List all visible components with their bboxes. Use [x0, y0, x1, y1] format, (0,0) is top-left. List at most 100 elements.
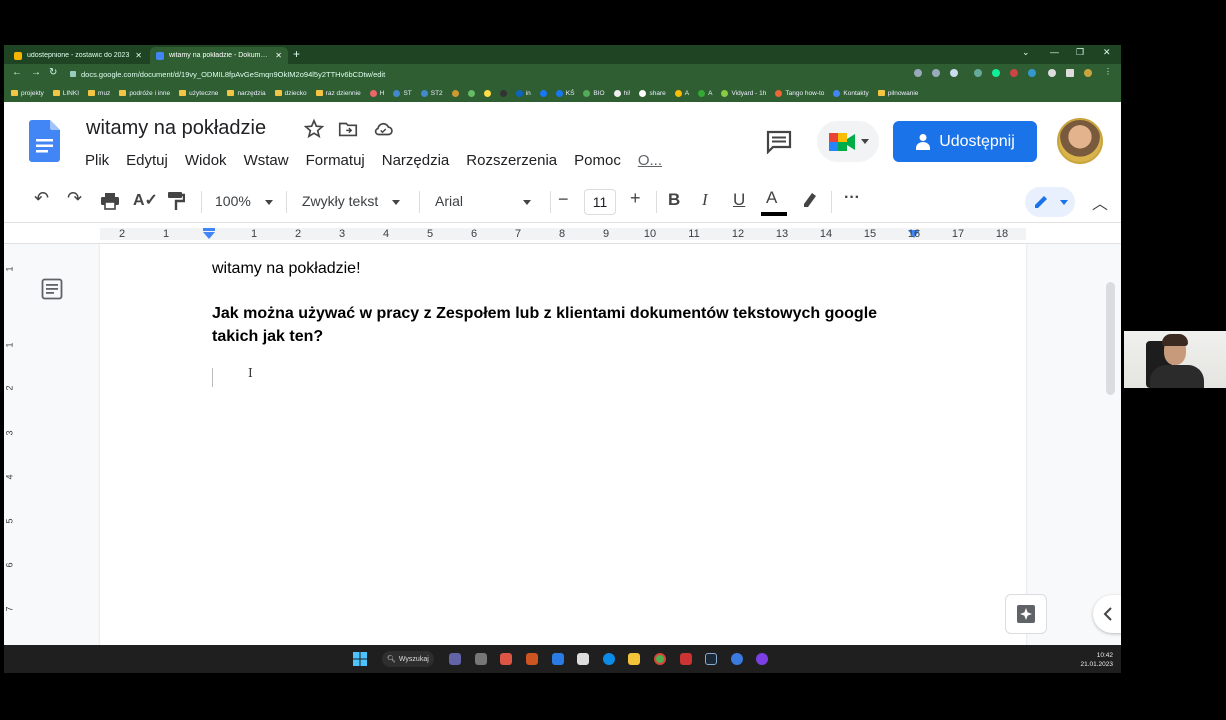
italic-button[interactable]: I — [702, 190, 708, 210]
system-clock[interactable]: 10:42 21.01.2023 — [1080, 651, 1113, 669]
document-outline-icon[interactable] — [41, 278, 63, 300]
taskbar-search[interactable]: 🔍︎ Wyszukaj — [382, 651, 434, 667]
puzzle-icon[interactable] — [1048, 69, 1056, 77]
menu-format[interactable]: Formatuj — [306, 152, 365, 169]
bookmark-folder[interactable]: podróże i inne — [119, 90, 170, 97]
hide-menus-chevron-up-icon[interactable]: ︿ — [1092, 190, 1108, 214]
zoom-icon[interactable] — [914, 69, 922, 77]
spellcheck-icon[interactable]: A✓ — [133, 190, 158, 210]
side-panel-toggle[interactable] — [1093, 595, 1121, 633]
bookmark-link[interactable]: Tango how-to — [775, 89, 824, 97]
bookmark-link[interactable]: hi! — [613, 89, 630, 97]
new-tab-button[interactable]: + — [293, 47, 300, 61]
bold-button[interactable]: B — [668, 190, 680, 210]
bookmark-link[interactable] — [483, 89, 491, 97]
app-icon[interactable] — [680, 653, 692, 665]
menu-extensions[interactable]: Rozszerzenia — [466, 152, 557, 169]
windows-start-icon[interactable] — [353, 652, 367, 666]
teams-icon[interactable] — [449, 653, 461, 665]
paint-format-icon[interactable] — [167, 191, 185, 211]
extension-icon[interactable] — [992, 69, 1000, 77]
increase-font-size-button[interactable]: + — [630, 188, 641, 209]
bookmark-folder[interactable]: raz dziennie — [315, 90, 361, 97]
share-button[interactable]: Udostępnij — [893, 121, 1037, 162]
bookmark-folder[interactable]: narzędzia — [227, 90, 266, 97]
account-avatar[interactable] — [1057, 118, 1103, 164]
undo-icon[interactable]: ↶ — [34, 188, 49, 209]
paragraph-style-select[interactable]: Zwykły tekst — [302, 193, 401, 209]
chrome-icon[interactable] — [654, 653, 666, 665]
tab-search-icon[interactable]: ⌄ — [1022, 47, 1030, 58]
menu-last-edit[interactable]: O... — [638, 152, 662, 169]
app-icon[interactable] — [475, 653, 487, 665]
bookmark-folder[interactable]: projekty — [11, 90, 44, 97]
browser-tab-udostepnione[interactable]: udostepnione - zostawic do 2023 ✕ — [8, 47, 148, 64]
bookmark-link[interactable]: H — [369, 89, 384, 97]
bookmark-link[interactable] — [499, 89, 507, 97]
edge-icon[interactable] — [603, 653, 615, 665]
font-size-input[interactable]: 11 — [584, 189, 616, 215]
menu-file[interactable]: Plik — [85, 152, 109, 169]
google-docs-logo-icon[interactable] — [29, 120, 60, 162]
bookmark-folder[interactable]: pilnowanie — [877, 90, 918, 97]
move-to-folder-icon[interactable] — [337, 118, 359, 140]
more-options-button[interactable]: ··· — [844, 189, 860, 207]
restore-icon[interactable]: ❐ — [1076, 47, 1084, 58]
font-family-select[interactable]: Arial — [435, 193, 532, 209]
document-heading[interactable]: Jak można używać w pracy z Zespołem lub … — [212, 302, 912, 348]
highlight-pen-icon[interactable] — [800, 190, 818, 210]
bookmark-link[interactable] — [467, 89, 475, 97]
bookmark-link[interactable]: ST — [393, 89, 412, 97]
decrease-font-size-button[interactable]: − — [558, 189, 569, 210]
share-page-icon[interactable] — [932, 69, 940, 77]
app-icon[interactable] — [756, 653, 768, 665]
file-explorer-icon[interactable] — [628, 653, 640, 665]
close-window-icon[interactable]: ✕ — [1103, 47, 1111, 58]
extension-icon[interactable] — [974, 69, 982, 77]
close-tab-icon[interactable]: ✕ — [275, 51, 282, 60]
bookmark-link[interactable]: share — [639, 89, 666, 97]
bookmark-star-icon[interactable] — [950, 69, 958, 77]
app-icon[interactable] — [500, 653, 512, 665]
bookmark-link[interactable]: A — [698, 89, 712, 97]
cloud-saved-icon[interactable] — [372, 118, 394, 140]
menu-edit[interactable]: Edytuj — [126, 152, 168, 169]
bookmark-link[interactable]: in — [515, 89, 531, 97]
side-panel-icon[interactable] — [1066, 69, 1074, 77]
app-icon[interactable] — [526, 653, 538, 665]
extension-icon[interactable] — [1010, 69, 1018, 77]
document-text-line[interactable]: witamy na pokładzie! — [212, 260, 361, 278]
star-icon[interactable] — [303, 118, 325, 140]
store-icon[interactable] — [577, 653, 589, 665]
bookmark-link[interactable]: KŚ — [555, 89, 574, 97]
explore-button[interactable] — [1005, 594, 1047, 634]
left-indent-marker-icon[interactable] — [202, 228, 216, 240]
bookmark-folder[interactable]: muz — [88, 90, 110, 97]
document-page[interactable]: witamy na pokładzie! Jak można używać w … — [100, 244, 1026, 645]
document-title[interactable]: witamy na pokładzie — [86, 117, 266, 140]
menu-help[interactable]: Pomoc — [574, 152, 621, 169]
close-tab-icon[interactable]: ✕ — [135, 51, 142, 60]
bookmark-link[interactable] — [539, 89, 547, 97]
meet-button[interactable] — [817, 121, 879, 162]
bookmark-folder[interactable]: LINKI — [52, 90, 79, 97]
bookmark-folder[interactable]: dziecko — [274, 90, 307, 97]
menu-insert[interactable]: Wstaw — [244, 152, 289, 169]
url-bar[interactable]: docs.google.com/document/d/19vy_ODMIL8fp… — [70, 67, 910, 81]
forward-icon[interactable]: → — [31, 67, 41, 78]
steam-icon[interactable] — [705, 653, 717, 665]
text-color-button[interactable]: A — [766, 188, 777, 208]
chrome-menu-icon[interactable]: ⋮ — [1104, 67, 1112, 76]
minimize-icon[interactable]: — — [1050, 47, 1059, 57]
bookmark-link[interactable]: ST2 — [420, 89, 443, 97]
zoom-app-icon[interactable] — [552, 653, 564, 665]
bookmark-link[interactable]: BIO — [583, 89, 605, 97]
bookmark-link[interactable]: Vidyard - 1h — [721, 89, 766, 97]
back-icon[interactable]: ← — [12, 67, 22, 78]
profile-icon[interactable] — [1084, 69, 1092, 77]
vertical-scrollbar[interactable] — [1106, 282, 1115, 395]
reload-icon[interactable]: ↻ — [49, 67, 57, 78]
redo-icon[interactable]: ↷ — [67, 188, 82, 209]
bookmark-folder[interactable]: użyteczne — [179, 90, 218, 97]
extension-icon[interactable] — [1028, 69, 1036, 77]
